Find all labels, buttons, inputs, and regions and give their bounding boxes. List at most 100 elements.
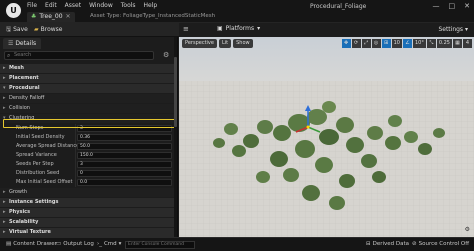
menu-edit[interactable]: Edit	[45, 2, 57, 9]
category-physics[interactable]: Physics	[0, 208, 176, 217]
category-placement[interactable]: Placement	[0, 74, 176, 83]
num-steps-highlight	[3, 119, 175, 128]
menu-help[interactable]: Help	[144, 2, 158, 9]
tree	[329, 196, 345, 210]
output-log-label: Output Log	[63, 241, 94, 247]
minimize-icon[interactable]: —	[433, 2, 440, 10]
menu-tools[interactable]: Tools	[121, 2, 136, 9]
lit-button[interactable]: Lit	[218, 39, 232, 48]
tree	[295, 140, 315, 158]
derived-data-button[interactable]: ⊟ Derived Data	[366, 241, 409, 247]
tree	[283, 168, 299, 182]
chevron-down-icon: ▾	[464, 26, 468, 33]
scale-tool-icon[interactable]: ⤢	[361, 39, 371, 48]
tree	[433, 128, 445, 138]
category-scalability[interactable]: Scalability	[0, 218, 176, 227]
details-scrollbar[interactable]	[174, 37, 177, 237]
foliage-type-icon: ♣	[31, 13, 37, 20]
initial-seed-density-field[interactable]: 0.36	[77, 134, 172, 141]
window-controls: — □ ✕	[433, 2, 471, 10]
rotate-tool-icon[interactable]: ⟳	[351, 39, 361, 48]
menu-asset[interactable]: Asset	[65, 2, 81, 9]
scale-snap-value[interactable]: 0.25	[436, 39, 452, 48]
details-tab[interactable]: ☰ Details	[3, 38, 42, 49]
scale-snap-icon[interactable]: ⤡	[426, 39, 436, 48]
average-spread-distance-field[interactable]: 50.0	[77, 143, 172, 150]
category-instance-settings[interactable]: Instance Settings	[0, 198, 176, 207]
distribution-seed-field[interactable]: 0	[77, 170, 172, 177]
title-bar: U File Edit Asset Window Tools Help ♣ Tr…	[0, 0, 474, 22]
category-virtual-texture[interactable]: Virtual Texture	[0, 228, 176, 237]
column-divider	[75, 169, 76, 178]
max-initial-seed-offset-field[interactable]: 0.0	[77, 179, 172, 186]
browse-label: Browse	[40, 26, 63, 33]
subcategory-density-falloff[interactable]: Density Falloff	[0, 94, 176, 103]
console-command-input[interactable]: Enter Console Command	[125, 241, 195, 249]
asset-type-label: Asset Type: FoliageType_InstancedStaticM…	[90, 13, 216, 19]
details-tab-label: Details	[15, 40, 37, 47]
viewport-settings-gear-icon[interactable]: ⚙	[465, 226, 470, 233]
menu-file[interactable]: File	[27, 2, 37, 9]
output-log-button[interactable]: ▭ Output Log	[56, 241, 94, 247]
source-control-button[interactable]: ⊘ Source Control Off	[412, 241, 469, 247]
column-divider	[75, 178, 76, 187]
tree	[307, 109, 327, 125]
tree	[336, 117, 354, 133]
column-divider	[75, 160, 76, 169]
cmd-dropdown[interactable]: ›_ Cmd ▾	[97, 241, 121, 247]
tree	[213, 138, 225, 148]
viewport-panel[interactable]: ≡ ▣ Platforms ▾ Settings ▾ Perspective L…	[179, 23, 474, 237]
menu-window[interactable]: Window	[89, 2, 113, 9]
source-control-icon: ⊘	[412, 241, 417, 247]
folder-icon: ▰	[34, 26, 39, 33]
browse-button[interactable]: ▰ Browse	[34, 24, 62, 35]
property-name: Distribution Seed	[16, 170, 60, 176]
viewport-settings-button[interactable]: Settings ▾	[438, 26, 468, 33]
tree	[302, 185, 320, 201]
close-tab-icon[interactable]: ✕	[66, 12, 71, 22]
details-settings-gear-icon[interactable]: ⚙	[163, 51, 169, 59]
viewport-view-tools: Perspective Lit Show	[182, 39, 253, 48]
tree	[319, 129, 339, 145]
subcategory-growth[interactable]: Growth	[0, 188, 176, 197]
seeds-per-step-field[interactable]: 3	[77, 161, 172, 168]
tree	[315, 157, 333, 173]
cmd-icon: ›_	[97, 241, 102, 247]
viewport-settings-label: Settings	[438, 26, 464, 33]
tree	[385, 136, 401, 150]
viewport-menu-icon[interactable]: ≡	[183, 25, 189, 33]
tree	[418, 143, 432, 155]
perspective-button[interactable]: Perspective	[182, 39, 217, 48]
subcategory-collision[interactable]: Collision	[0, 104, 176, 113]
save-button[interactable]: 🖫 Save	[6, 24, 28, 35]
tree	[273, 125, 291, 141]
viewport-scene[interactable]	[179, 37, 474, 237]
unreal-logo-icon[interactable]: U	[6, 3, 21, 18]
rotation-snap-icon[interactable]: ∠	[402, 39, 412, 48]
spread-variance-field[interactable]: 150.0	[77, 152, 172, 159]
tree	[257, 120, 273, 134]
close-window-icon[interactable]: ✕	[464, 2, 470, 10]
details-search-input[interactable]: ⌕ Search	[4, 51, 154, 60]
scrollbar-thumb[interactable]	[174, 57, 177, 127]
translate-tool-icon[interactable]: ✥	[341, 39, 351, 48]
category-mesh[interactable]: Mesh	[0, 64, 176, 73]
world-space-icon[interactable]: ◎	[371, 39, 381, 48]
property-name: Seeds Per Step	[16, 161, 54, 167]
platforms-dropdown[interactable]: ▣ Platforms ▾	[217, 25, 260, 32]
show-button[interactable]: Show	[233, 39, 253, 48]
tree	[322, 101, 336, 113]
document-tab[interactable]: ♣ Tree_00 ✕	[27, 12, 75, 22]
maximize-icon[interactable]: □	[449, 2, 456, 10]
tree	[288, 114, 310, 132]
category-procedural[interactable]: Procedural	[0, 84, 176, 93]
grid-snap-value[interactable]: 10	[391, 39, 402, 48]
grid-snap-icon[interactable]: ⊞	[381, 39, 391, 48]
rotation-snap-value[interactable]: 10°	[412, 39, 426, 48]
camera-speed-icon[interactable]: ▦	[453, 39, 462, 48]
content-drawer-label: Content Drawer	[13, 241, 57, 247]
camera-speed-value[interactable]: 4	[463, 39, 472, 48]
platforms-label: Platforms	[225, 25, 255, 32]
tree	[224, 123, 238, 135]
content-drawer-button[interactable]: ▤ Content Drawer	[6, 241, 57, 247]
